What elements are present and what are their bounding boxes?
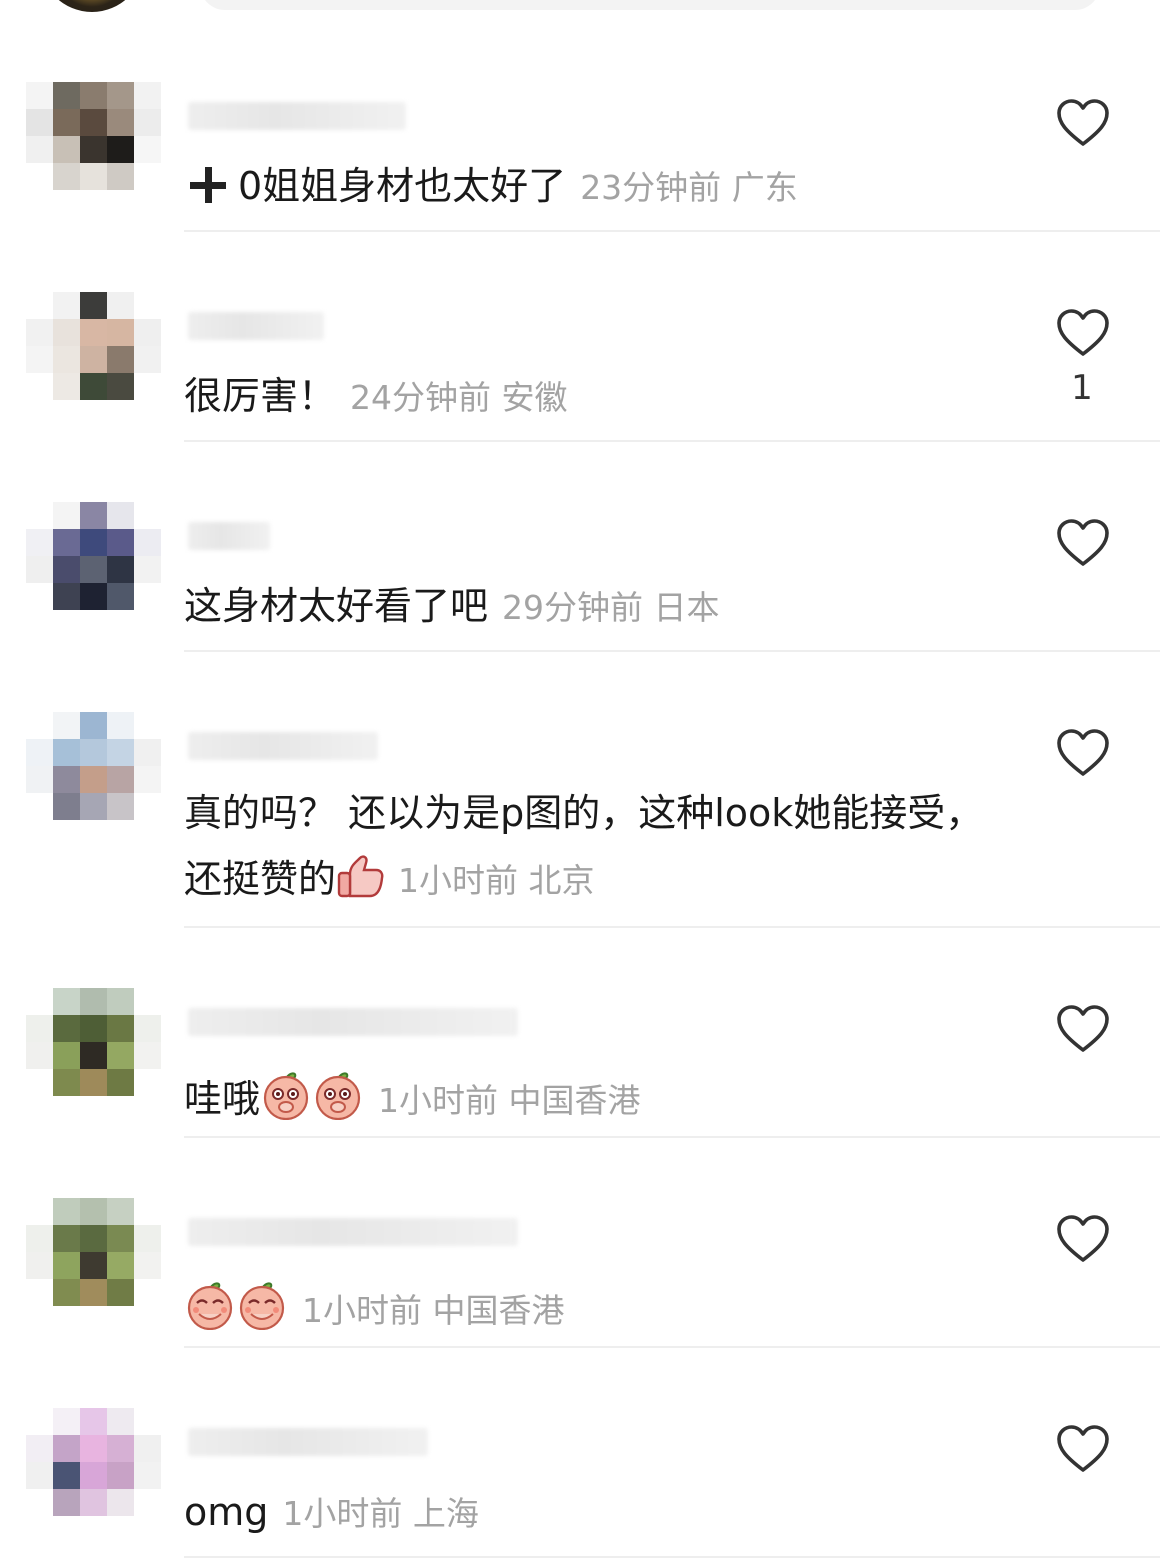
heart-outline-icon[interactable] [1056,1004,1110,1054]
avatar[interactable] [26,502,162,632]
peach-face-emoji [239,1282,285,1330]
comment-meta: 24分钟前 安徽 [350,378,568,417]
comment-item: 1小时前 中国香港 [0,1138,1160,1348]
avatar[interactable] [26,988,162,1118]
plus-icon [190,167,226,203]
heart-outline-icon[interactable] [1056,518,1110,568]
username-blurred[interactable] [188,312,324,340]
comment-meta: 1小时前 上海 [282,1494,479,1533]
username-blurred[interactable] [188,1428,428,1456]
previous-comment-fragment [0,0,1160,14]
comment-item: 真的吗？ 还以为是p图的，这种look她能接受，还挺赞的 1小时前 北京 [0,652,1160,928]
avatar[interactable] [26,292,162,422]
heart-outline-icon[interactable] [1056,308,1110,358]
avatar[interactable] [26,1408,162,1538]
username-blurred[interactable] [188,102,406,130]
avatar[interactable] [40,0,144,12]
username-blurred[interactable] [188,732,378,760]
comment-item: omg 1小时前 上海 [0,1348,1160,1558]
comment-meta: 1小时前 北京 [398,861,595,900]
comment-item: 很厉害！ 24分钟前 安徽 1 [0,232,1160,442]
comment-text: 1小时前 中国香港 [184,1278,565,1335]
comment-text: 真的吗？ 还以为是p图的，这种look她能接受，还挺赞的 1小时前 北京 [184,791,984,901]
comment-meta: 1小时前 中国香港 [378,1081,641,1120]
comment-text: 这身材太好看了吧 29分钟前 日本 [184,584,720,628]
heart-outline-icon[interactable] [1056,98,1110,148]
username-blurred[interactable] [188,1008,518,1036]
comment-text: omg 1小时前 上海 [184,1490,479,1534]
username-blurred[interactable] [188,522,270,550]
comment-text: 很厉害！ 24分钟前 安徽 [184,374,568,418]
comment-meta: 1小时前 中国香港 [302,1291,565,1330]
heart-outline-icon[interactable] [1056,728,1110,778]
username-blurred[interactable] [188,1218,518,1246]
peach-face-emoji [187,1282,233,1330]
divider [184,1556,1160,1558]
comment-item: 哇哦 1小时前 中国香港 [0,928,1160,1138]
comment-text: 0姐姐身材也太好了 23分钟前 广东 [184,162,798,212]
peach-face-emoji [263,1072,309,1120]
comment-text: 哇哦 1小时前 中国香港 [184,1068,641,1125]
heart-outline-icon[interactable] [1056,1214,1110,1264]
like-count: 1 [1071,368,1093,408]
thumbs-up-emoji [337,855,384,898]
comment-meta: 23分钟前 广东 [580,168,798,207]
comment-item: 0姐姐身材也太好了 23分钟前 广东 [0,22,1160,232]
avatar[interactable] [26,712,162,842]
comment-item: 这身材太好看了吧 29分钟前 日本 [0,442,1160,652]
heart-outline-icon[interactable] [1056,1424,1110,1474]
avatar[interactable] [26,1198,162,1328]
reply-input-fragment[interactable] [200,0,1100,10]
avatar[interactable] [26,82,162,212]
peach-face-emoji [315,1072,361,1120]
comment-meta: 29分钟前 日本 [502,588,720,627]
